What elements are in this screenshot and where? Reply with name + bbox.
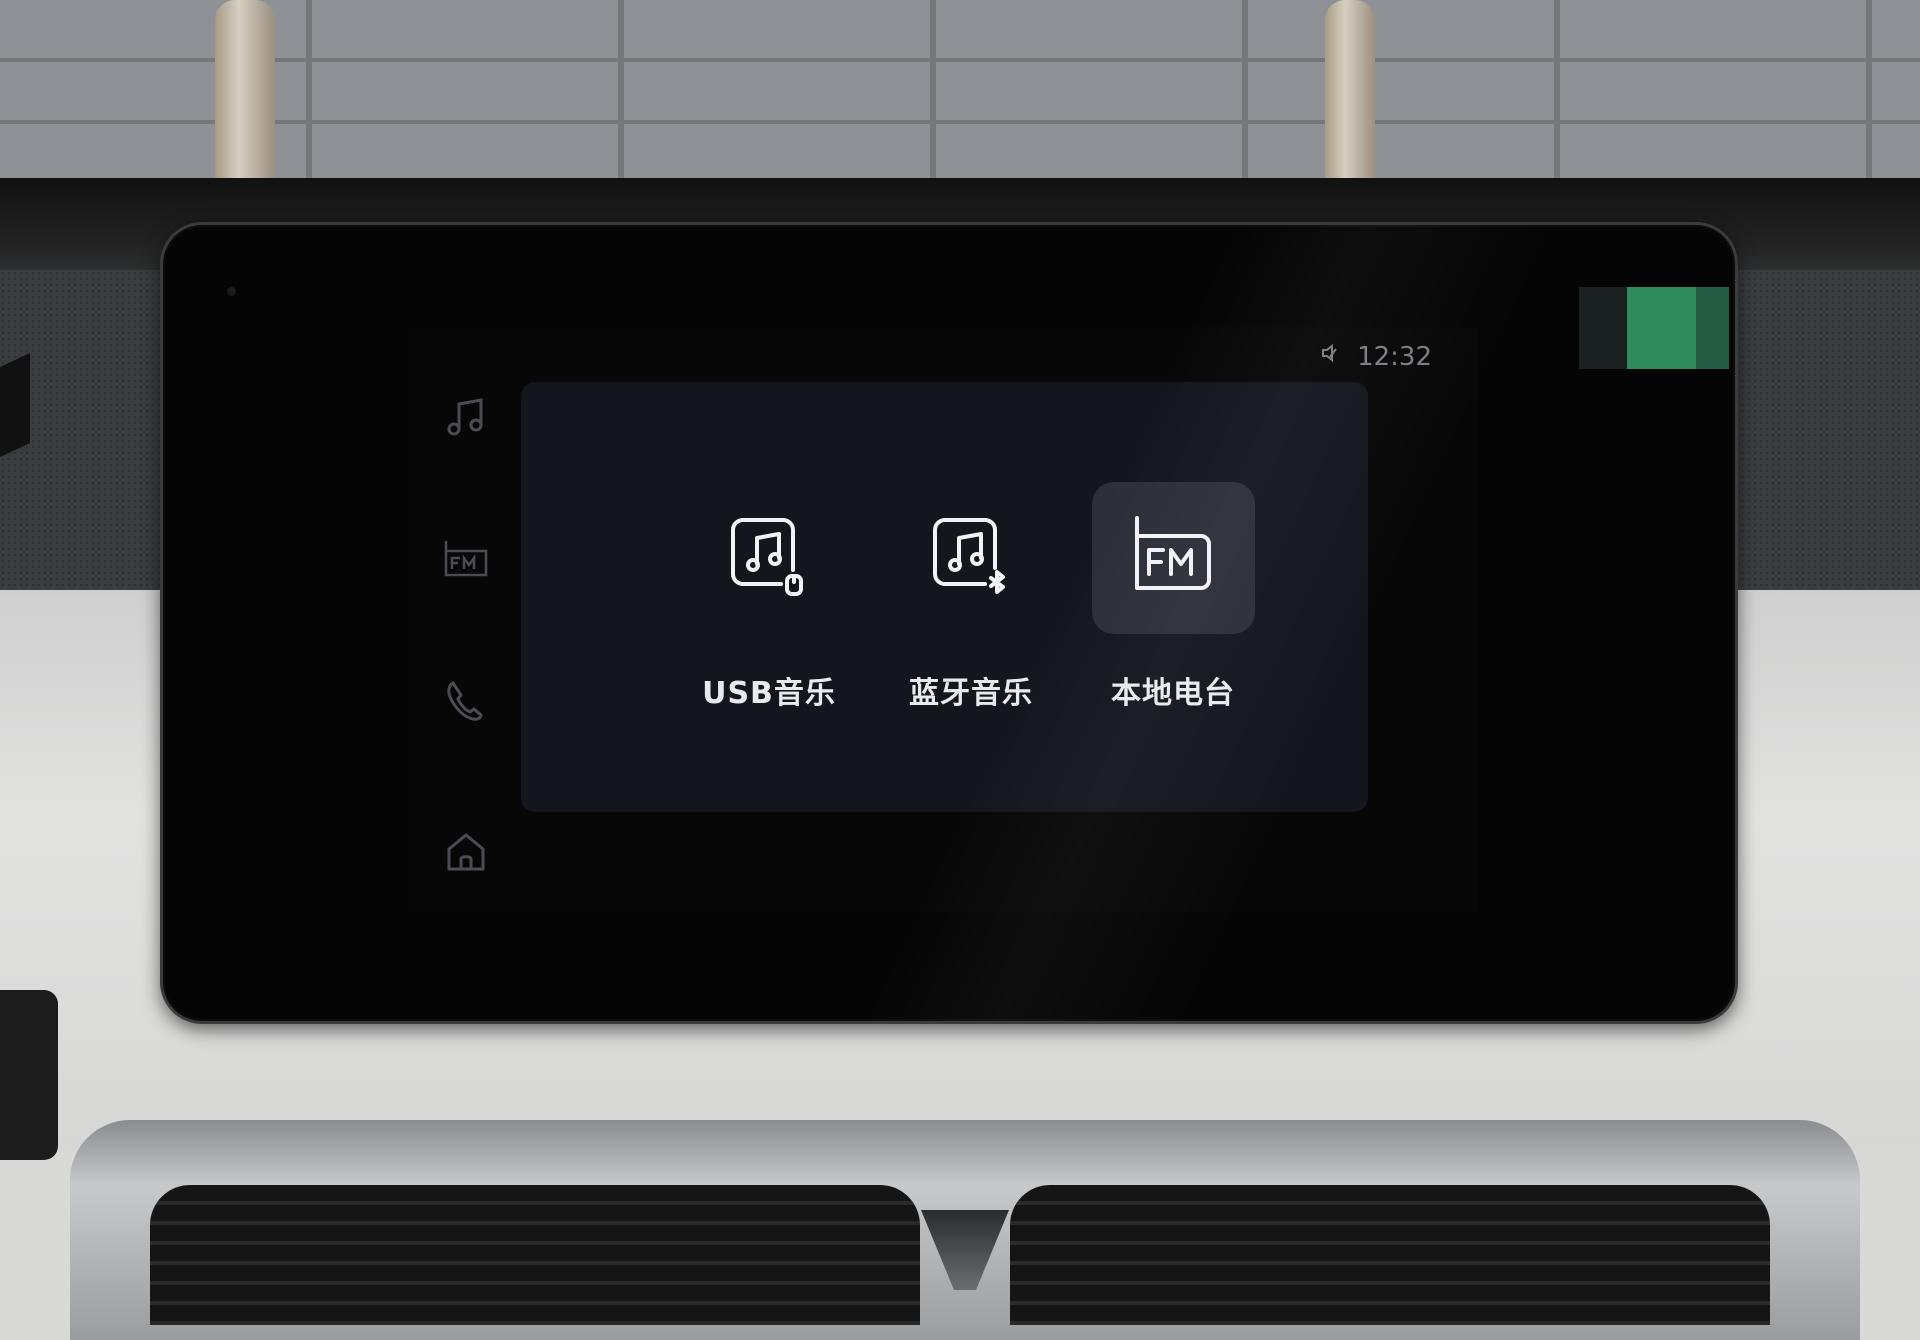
nav-item-music[interactable] (434, 387, 498, 451)
bluetooth-music-icon (927, 512, 1015, 604)
air-vent-left (150, 1185, 920, 1325)
source-tile[interactable] (890, 482, 1053, 634)
sensor-inner (1579, 287, 1627, 369)
phone-icon (441, 677, 491, 731)
source-tile[interactable] (688, 482, 851, 634)
status-bar: 12:32 (1319, 341, 1432, 372)
air-vent-right (1010, 1185, 1770, 1325)
source-tile-selected[interactable] (1091, 482, 1255, 634)
music-note-icon (441, 392, 491, 446)
source-label: 蓝牙音乐 (909, 676, 1033, 711)
source-usb-music[interactable]: USB音乐 (679, 482, 859, 712)
tree-trunk (215, 0, 275, 200)
ambient-sensor-window (1579, 287, 1729, 369)
nav-item-phone[interactable] (434, 672, 498, 736)
mute-icon (1319, 341, 1343, 372)
side-control-knob (0, 990, 58, 1160)
clock: 12:32 (1357, 341, 1432, 372)
display-bezel: 12:32 USB音乐 蓝牙音乐 本地电台 (160, 222, 1738, 1024)
usb-music-icon (725, 512, 813, 604)
source-label: 本地电台 (1111, 676, 1235, 711)
media-screen: 12:32 USB音乐 蓝牙音乐 本地电台 (408, 327, 1478, 912)
nav-item-fm[interactable] (434, 532, 498, 596)
fm-radio-icon (441, 537, 491, 591)
tree-trunk (1325, 0, 1375, 200)
home-icon (441, 827, 491, 881)
background-wall (0, 0, 1920, 200)
source-label: USB音乐 (702, 676, 836, 711)
nav-item-home[interactable] (434, 822, 498, 886)
dashboard-edge (0, 353, 30, 457)
source-bluetooth-music[interactable]: 蓝牙音乐 (881, 482, 1061, 712)
camera-sensor (227, 287, 236, 296)
fm-radio-icon (1129, 512, 1217, 604)
nav-rail (408, 327, 528, 912)
source-local-radio[interactable]: 本地电台 (1083, 482, 1263, 712)
media-source-panel: USB音乐 蓝牙音乐 本地电台 (521, 382, 1368, 812)
